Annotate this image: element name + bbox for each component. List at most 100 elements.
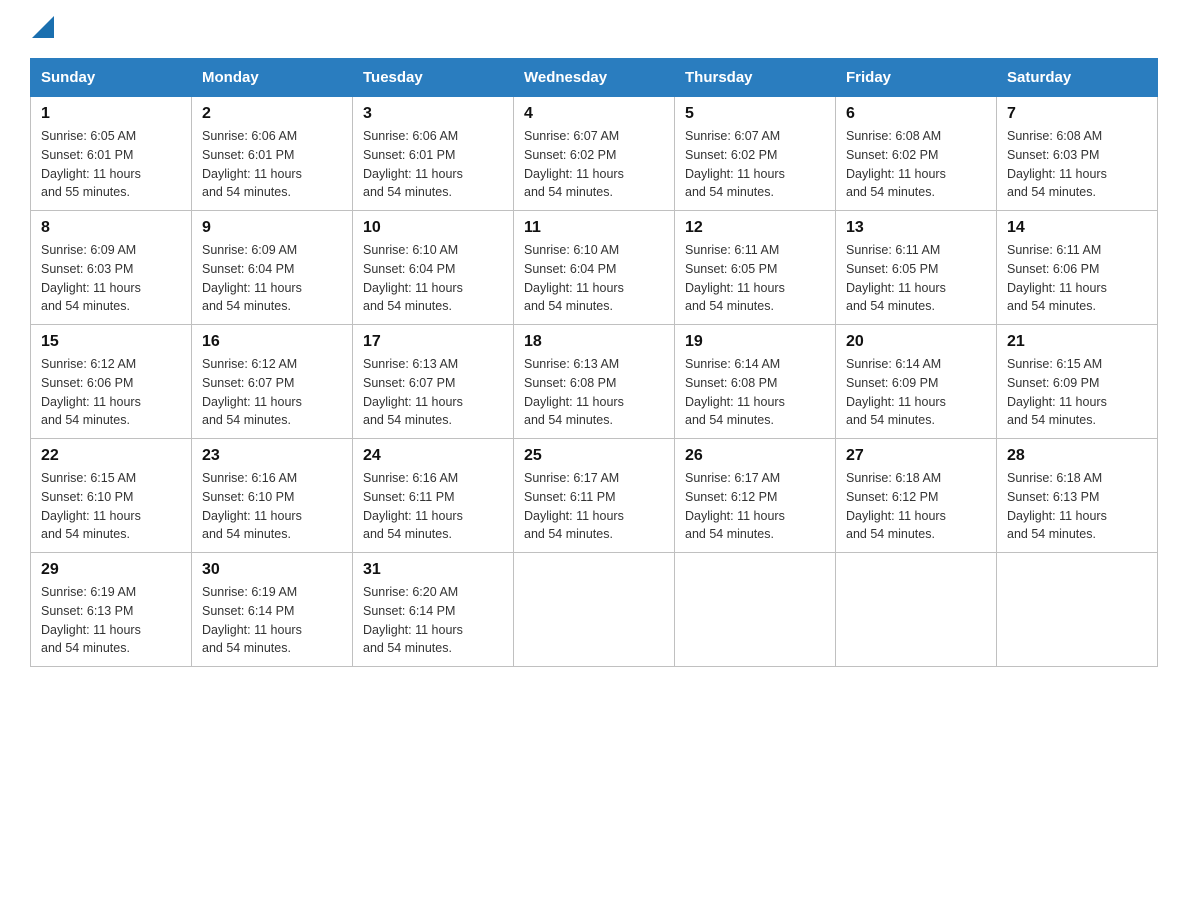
day-info: Sunrise: 6:16 AMSunset: 6:11 PMDaylight:… [363, 471, 463, 541]
day-number: 3 [363, 105, 503, 123]
day-info: Sunrise: 6:06 AMSunset: 6:01 PMDaylight:… [202, 129, 302, 199]
day-cell: 28 Sunrise: 6:18 AMSunset: 6:13 PMDaylig… [997, 439, 1158, 553]
day-info: Sunrise: 6:10 AMSunset: 6:04 PMDaylight:… [363, 243, 463, 313]
day-info: Sunrise: 6:14 AMSunset: 6:09 PMDaylight:… [846, 357, 946, 427]
day-number: 31 [363, 561, 503, 579]
day-cell: 30 Sunrise: 6:19 AMSunset: 6:14 PMDaylig… [192, 553, 353, 667]
day-info: Sunrise: 6:19 AMSunset: 6:14 PMDaylight:… [202, 585, 302, 655]
day-info: Sunrise: 6:15 AMSunset: 6:10 PMDaylight:… [41, 471, 141, 541]
day-info: Sunrise: 6:17 AMSunset: 6:11 PMDaylight:… [524, 471, 624, 541]
day-info: Sunrise: 6:05 AMSunset: 6:01 PMDaylight:… [41, 129, 141, 199]
logo [30, 20, 54, 38]
day-cell: 26 Sunrise: 6:17 AMSunset: 6:12 PMDaylig… [675, 439, 836, 553]
day-cell: 9 Sunrise: 6:09 AMSunset: 6:04 PMDayligh… [192, 211, 353, 325]
day-info: Sunrise: 6:08 AMSunset: 6:02 PMDaylight:… [846, 129, 946, 199]
day-info: Sunrise: 6:13 AMSunset: 6:07 PMDaylight:… [363, 357, 463, 427]
day-number: 29 [41, 561, 181, 579]
header-wednesday: Wednesday [514, 59, 675, 97]
day-number: 12 [685, 219, 825, 237]
day-info: Sunrise: 6:10 AMSunset: 6:04 PMDaylight:… [524, 243, 624, 313]
day-number: 27 [846, 447, 986, 465]
day-info: Sunrise: 6:18 AMSunset: 6:13 PMDaylight:… [1007, 471, 1107, 541]
day-cell [514, 553, 675, 667]
day-info: Sunrise: 6:17 AMSunset: 6:12 PMDaylight:… [685, 471, 785, 541]
day-number: 5 [685, 105, 825, 123]
day-info: Sunrise: 6:13 AMSunset: 6:08 PMDaylight:… [524, 357, 624, 427]
day-number: 4 [524, 105, 664, 123]
week-row-4: 22 Sunrise: 6:15 AMSunset: 6:10 PMDaylig… [31, 439, 1158, 553]
day-cell: 14 Sunrise: 6:11 AMSunset: 6:06 PMDaylig… [997, 211, 1158, 325]
day-cell: 22 Sunrise: 6:15 AMSunset: 6:10 PMDaylig… [31, 439, 192, 553]
day-number: 21 [1007, 333, 1147, 351]
header-tuesday: Tuesday [353, 59, 514, 97]
week-row-3: 15 Sunrise: 6:12 AMSunset: 6:06 PMDaylig… [31, 325, 1158, 439]
day-number: 16 [202, 333, 342, 351]
day-number: 11 [524, 219, 664, 237]
day-cell [836, 553, 997, 667]
day-cell: 7 Sunrise: 6:08 AMSunset: 6:03 PMDayligh… [997, 97, 1158, 211]
day-info: Sunrise: 6:12 AMSunset: 6:06 PMDaylight:… [41, 357, 141, 427]
header-friday: Friday [836, 59, 997, 97]
header-thursday: Thursday [675, 59, 836, 97]
day-info: Sunrise: 6:11 AMSunset: 6:05 PMDaylight:… [685, 243, 785, 313]
day-cell: 10 Sunrise: 6:10 AMSunset: 6:04 PMDaylig… [353, 211, 514, 325]
day-info: Sunrise: 6:11 AMSunset: 6:05 PMDaylight:… [846, 243, 946, 313]
day-cell: 12 Sunrise: 6:11 AMSunset: 6:05 PMDaylig… [675, 211, 836, 325]
day-number: 15 [41, 333, 181, 351]
day-number: 25 [524, 447, 664, 465]
day-info: Sunrise: 6:11 AMSunset: 6:06 PMDaylight:… [1007, 243, 1107, 313]
logo-triangle-icon [32, 16, 54, 38]
day-info: Sunrise: 6:16 AMSunset: 6:10 PMDaylight:… [202, 471, 302, 541]
day-number: 23 [202, 447, 342, 465]
day-info: Sunrise: 6:20 AMSunset: 6:14 PMDaylight:… [363, 585, 463, 655]
day-cell: 19 Sunrise: 6:14 AMSunset: 6:08 PMDaylig… [675, 325, 836, 439]
day-number: 18 [524, 333, 664, 351]
day-info: Sunrise: 6:08 AMSunset: 6:03 PMDaylight:… [1007, 129, 1107, 199]
day-number: 2 [202, 105, 342, 123]
day-number: 6 [846, 105, 986, 123]
day-cell: 25 Sunrise: 6:17 AMSunset: 6:11 PMDaylig… [514, 439, 675, 553]
day-number: 7 [1007, 105, 1147, 123]
day-cell: 5 Sunrise: 6:07 AMSunset: 6:02 PMDayligh… [675, 97, 836, 211]
day-cell: 27 Sunrise: 6:18 AMSunset: 6:12 PMDaylig… [836, 439, 997, 553]
day-number: 30 [202, 561, 342, 579]
day-number: 28 [1007, 447, 1147, 465]
day-info: Sunrise: 6:09 AMSunset: 6:03 PMDaylight:… [41, 243, 141, 313]
day-info: Sunrise: 6:15 AMSunset: 6:09 PMDaylight:… [1007, 357, 1107, 427]
week-row-5: 29 Sunrise: 6:19 AMSunset: 6:13 PMDaylig… [31, 553, 1158, 667]
day-number: 1 [41, 105, 181, 123]
day-info: Sunrise: 6:12 AMSunset: 6:07 PMDaylight:… [202, 357, 302, 427]
day-cell: 16 Sunrise: 6:12 AMSunset: 6:07 PMDaylig… [192, 325, 353, 439]
day-info: Sunrise: 6:14 AMSunset: 6:08 PMDaylight:… [685, 357, 785, 427]
day-cell: 13 Sunrise: 6:11 AMSunset: 6:05 PMDaylig… [836, 211, 997, 325]
day-number: 17 [363, 333, 503, 351]
day-cell: 4 Sunrise: 6:07 AMSunset: 6:02 PMDayligh… [514, 97, 675, 211]
header-monday: Monday [192, 59, 353, 97]
day-info: Sunrise: 6:07 AMSunset: 6:02 PMDaylight:… [524, 129, 624, 199]
calendar-table: SundayMondayTuesdayWednesdayThursdayFrid… [30, 58, 1158, 667]
day-cell: 3 Sunrise: 6:06 AMSunset: 6:01 PMDayligh… [353, 97, 514, 211]
day-number: 13 [846, 219, 986, 237]
day-number: 22 [41, 447, 181, 465]
day-number: 14 [1007, 219, 1147, 237]
day-cell: 8 Sunrise: 6:09 AMSunset: 6:03 PMDayligh… [31, 211, 192, 325]
day-info: Sunrise: 6:18 AMSunset: 6:12 PMDaylight:… [846, 471, 946, 541]
page-header [30, 20, 1158, 38]
day-info: Sunrise: 6:06 AMSunset: 6:01 PMDaylight:… [363, 129, 463, 199]
day-cell: 6 Sunrise: 6:08 AMSunset: 6:02 PMDayligh… [836, 97, 997, 211]
day-number: 20 [846, 333, 986, 351]
day-number: 24 [363, 447, 503, 465]
day-number: 26 [685, 447, 825, 465]
day-cell: 18 Sunrise: 6:13 AMSunset: 6:08 PMDaylig… [514, 325, 675, 439]
day-number: 8 [41, 219, 181, 237]
day-cell: 24 Sunrise: 6:16 AMSunset: 6:11 PMDaylig… [353, 439, 514, 553]
day-cell: 1 Sunrise: 6:05 AMSunset: 6:01 PMDayligh… [31, 97, 192, 211]
day-info: Sunrise: 6:07 AMSunset: 6:02 PMDaylight:… [685, 129, 785, 199]
day-cell: 17 Sunrise: 6:13 AMSunset: 6:07 PMDaylig… [353, 325, 514, 439]
day-cell: 23 Sunrise: 6:16 AMSunset: 6:10 PMDaylig… [192, 439, 353, 553]
day-cell: 21 Sunrise: 6:15 AMSunset: 6:09 PMDaylig… [997, 325, 1158, 439]
day-cell: 11 Sunrise: 6:10 AMSunset: 6:04 PMDaylig… [514, 211, 675, 325]
day-number: 9 [202, 219, 342, 237]
week-row-1: 1 Sunrise: 6:05 AMSunset: 6:01 PMDayligh… [31, 97, 1158, 211]
calendar-header-row: SundayMondayTuesdayWednesdayThursdayFrid… [31, 59, 1158, 97]
